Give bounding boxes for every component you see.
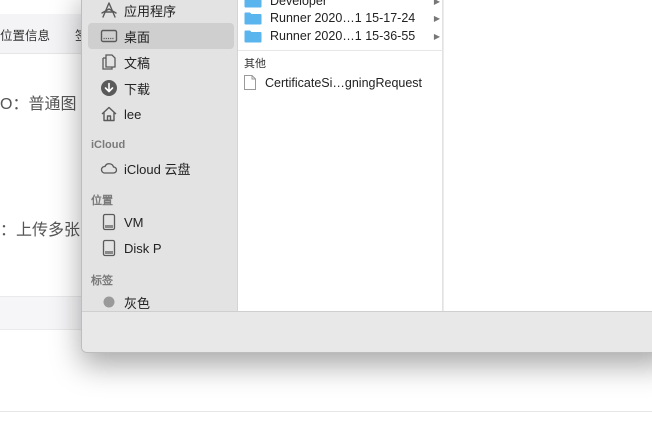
file-label: CertificateSi…gningRequest <box>265 75 423 90</box>
folder-label: Developer <box>270 0 327 8</box>
tag-dot-icon <box>100 293 118 311</box>
desktop-icon <box>100 27 118 45</box>
sidebar-item-label: 灰色 <box>124 295 151 311</box>
file-row[interactable]: CertificateSi…gningRequest <box>244 75 422 90</box>
sidebar-section-tags: 标签 <box>91 275 113 287</box>
folder-icon <box>244 12 262 25</box>
sidebar-item-label: VM <box>124 214 144 230</box>
dialog-footer <box>82 311 652 352</box>
home-icon <box>100 105 118 123</box>
sidebar-item-documents[interactable]: 文稿 <box>82 49 238 75</box>
disclosure-arrow-icon: ▶ <box>433 13 440 23</box>
background-tab-location-info[interactable]: 位置信息 <box>0 25 50 44</box>
sidebar-item-label: 文稿 <box>124 55 151 71</box>
section-label-other: 其他 <box>244 58 266 70</box>
sidebar-item-label: 桌面 <box>124 29 151 45</box>
folder-row[interactable]: Runner 2020…1 15-17-24 ▶ <box>238 9 443 27</box>
downloads-icon <box>100 79 118 97</box>
folder-label: Runner 2020…1 15-36-55 <box>270 29 416 43</box>
sidebar-item-downloads[interactable]: 下载 <box>82 75 238 101</box>
sidebar-item-desktop[interactable]: 桌面 <box>88 23 234 49</box>
disk-icon <box>100 213 118 231</box>
file-open-dialog: 应用程序 桌面 文稿 下载 lee iCloud iCloud 云盘 位置 VM… <box>81 0 652 353</box>
finder-sidebar: 应用程序 桌面 文稿 下载 lee iCloud iCloud 云盘 位置 VM… <box>82 0 238 311</box>
folder-label: Runner 2020…1 15-17-24 <box>270 11 416 25</box>
cloud-icon <box>100 159 118 177</box>
background-text-line: ：上传多张 <box>0 222 81 239</box>
documents-icon <box>100 53 118 71</box>
disk-icon <box>100 239 118 257</box>
disclosure-arrow-icon: ▶ <box>433 0 440 6</box>
document-icon <box>244 75 256 90</box>
background-divider <box>0 411 652 412</box>
sidebar-item-label: Disk P <box>124 240 162 256</box>
preview-column <box>444 0 652 311</box>
sidebar-section-icloud: iCloud <box>91 139 126 151</box>
folder-icon <box>244 30 262 43</box>
sidebar-item-applications[interactable]: 应用程序 <box>82 0 238 23</box>
sidebar-section-locations: 位置 <box>91 195 113 207</box>
sidebar-item-label: 应用程序 <box>124 3 177 19</box>
disclosure-arrow-icon: ▶ <box>433 31 440 41</box>
sidebar-item-icloud-drive[interactable]: iCloud 云盘 <box>82 155 238 181</box>
sidebar-item-label: 下载 <box>124 81 151 97</box>
sidebar-item-disk-p[interactable]: Disk P <box>82 235 238 261</box>
background-text-line: O：普通图 <box>0 96 77 113</box>
section-divider <box>238 50 443 51</box>
background-band <box>0 296 82 330</box>
sidebar-item-home[interactable]: lee <box>82 101 238 127</box>
folder-icon <box>244 0 262 8</box>
sidebar-item-label: lee <box>124 106 142 122</box>
applications-icon <box>100 1 118 19</box>
sidebar-item-label: iCloud 云盘 <box>124 161 191 177</box>
browser-column: Developer ▶ Runner 2020…1 15-17-24 ▶ Run… <box>238 0 443 311</box>
folder-row[interactable]: Runner 2020…1 15-36-55 ▶ <box>238 27 443 45</box>
sidebar-item-vm[interactable]: VM <box>82 209 238 235</box>
